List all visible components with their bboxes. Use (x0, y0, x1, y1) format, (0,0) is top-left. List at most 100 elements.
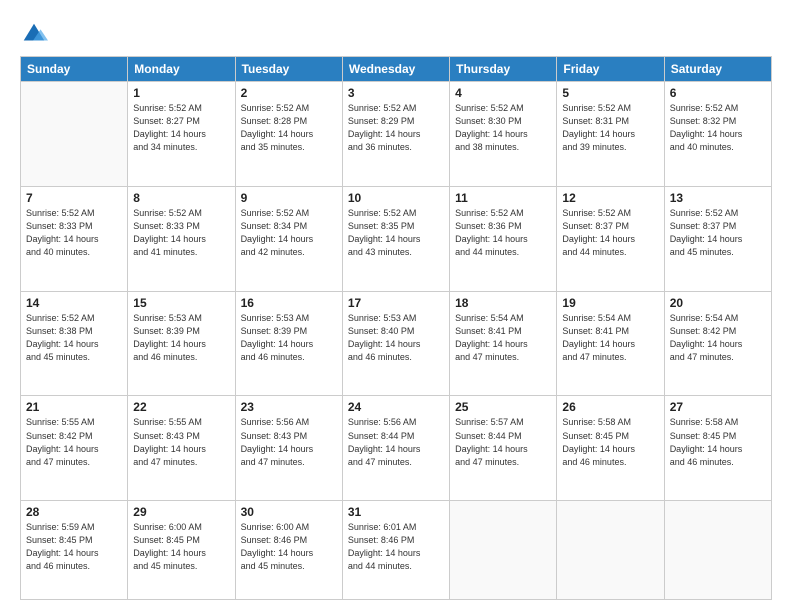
day-info: Sunrise: 5:59 AMSunset: 8:45 PMDaylight:… (26, 521, 122, 573)
day-number: 25 (455, 400, 551, 414)
calendar-cell: 16Sunrise: 5:53 AMSunset: 8:39 PMDayligh… (235, 291, 342, 396)
calendar-cell (450, 501, 557, 600)
day-info: Sunrise: 5:52 AMSunset: 8:31 PMDaylight:… (562, 102, 658, 154)
day-number: 30 (241, 505, 337, 519)
calendar-cell: 5 Sunrise: 5:52 AMSunset: 8:31 PMDaylight… (557, 82, 664, 187)
week-row-1: 7 Sunrise: 5:52 AMSunset: 8:33 PMDaylight… (21, 186, 772, 291)
day-number: 23 (241, 400, 337, 414)
calendar-cell: 6 Sunrise: 5:52 AMSunset: 8:32 PMDaylight… (664, 82, 771, 187)
weekday-header-sunday: Sunday (21, 57, 128, 82)
day-info: Sunrise: 5:55 AMSunset: 8:42 PMDaylight:… (26, 416, 122, 468)
day-number: 29 (133, 505, 229, 519)
day-info: Sunrise: 5:52 AMSunset: 8:35 PMDaylight:… (348, 207, 444, 259)
day-info: Sunrise: 5:53 AMSunset: 8:40 PMDaylight:… (348, 312, 444, 364)
day-number: 21 (26, 400, 122, 414)
weekday-header-row: SundayMondayTuesdayWednesdayThursdayFrid… (21, 57, 772, 82)
day-number: 13 (670, 191, 766, 205)
day-number: 6 (670, 86, 766, 100)
day-number: 7 (26, 191, 122, 205)
day-number: 5 (562, 86, 658, 100)
day-info: Sunrise: 5:57 AMSunset: 8:44 PMDaylight:… (455, 416, 551, 468)
week-row-0: 1 Sunrise: 5:52 AMSunset: 8:27 PMDaylight… (21, 82, 772, 187)
calendar-cell: 29 Sunrise: 6:00 AMSunset: 8:45 PMDayligh… (128, 501, 235, 600)
calendar-cell: 9 Sunrise: 5:52 AMSunset: 8:34 PMDaylight… (235, 186, 342, 291)
day-number: 14 (26, 296, 122, 310)
day-info: Sunrise: 5:58 AMSunset: 8:45 PMDaylight:… (670, 416, 766, 468)
calendar-cell: 8 Sunrise: 5:52 AMSunset: 8:33 PMDaylight… (128, 186, 235, 291)
day-info: Sunrise: 5:53 AMSunset: 8:39 PMDaylight:… (241, 312, 337, 364)
calendar-cell: 27 Sunrise: 5:58 AMSunset: 8:45 PMDayligh… (664, 396, 771, 501)
day-info: Sunrise: 5:52 AMSunset: 8:37 PMDaylight:… (562, 207, 658, 259)
logo (20, 20, 52, 48)
calendar-cell: 14 Sunrise: 5:52 AMSunset: 8:38 PMDayligh… (21, 291, 128, 396)
day-number: 8 (133, 191, 229, 205)
day-info: Sunrise: 5:52 AMSunset: 8:32 PMDaylight:… (670, 102, 766, 154)
day-number: 9 (241, 191, 337, 205)
calendar-cell: 25 Sunrise: 5:57 AMSunset: 8:44 PMDayligh… (450, 396, 557, 501)
week-row-4: 28 Sunrise: 5:59 AMSunset: 8:45 PMDayligh… (21, 501, 772, 600)
page: SundayMondayTuesdayWednesdayThursdayFrid… (0, 0, 792, 612)
calendar-cell: 1 Sunrise: 5:52 AMSunset: 8:27 PMDaylight… (128, 82, 235, 187)
day-number: 3 (348, 86, 444, 100)
day-info: Sunrise: 5:52 AMSunset: 8:36 PMDaylight:… (455, 207, 551, 259)
calendar-cell: 11 Sunrise: 5:52 AMSunset: 8:36 PMDayligh… (450, 186, 557, 291)
day-info: Sunrise: 5:54 AMSunset: 8:41 PMDaylight:… (455, 312, 551, 364)
day-info: Sunrise: 5:52 AMSunset: 8:33 PMDaylight:… (133, 207, 229, 259)
day-info: Sunrise: 5:52 AMSunset: 8:34 PMDaylight:… (241, 207, 337, 259)
day-info: Sunrise: 6:00 AMSunset: 8:46 PMDaylight:… (241, 521, 337, 573)
day-info: Sunrise: 5:54 AMSunset: 8:41 PMDaylight:… (562, 312, 658, 364)
day-number: 19 (562, 296, 658, 310)
day-info: Sunrise: 5:52 AMSunset: 8:27 PMDaylight:… (133, 102, 229, 154)
day-info: Sunrise: 5:52 AMSunset: 8:33 PMDaylight:… (26, 207, 122, 259)
day-info: Sunrise: 5:52 AMSunset: 8:38 PMDaylight:… (26, 312, 122, 364)
day-number: 17 (348, 296, 444, 310)
calendar-cell: 2 Sunrise: 5:52 AMSunset: 8:28 PMDaylight… (235, 82, 342, 187)
day-number: 4 (455, 86, 551, 100)
day-info: Sunrise: 6:00 AMSunset: 8:45 PMDaylight:… (133, 521, 229, 573)
calendar-cell: 31Sunrise: 6:01 AMSunset: 8:46 PMDayligh… (342, 501, 449, 600)
calendar-cell: 15Sunrise: 5:53 AMSunset: 8:39 PMDayligh… (128, 291, 235, 396)
day-number: 10 (348, 191, 444, 205)
day-info: Sunrise: 5:52 AMSunset: 8:37 PMDaylight:… (670, 207, 766, 259)
calendar-cell: 28 Sunrise: 5:59 AMSunset: 8:45 PMDayligh… (21, 501, 128, 600)
day-number: 12 (562, 191, 658, 205)
calendar-cell: 20 Sunrise: 5:54 AMSunset: 8:42 PMDayligh… (664, 291, 771, 396)
calendar-cell (21, 82, 128, 187)
weekday-header-wednesday: Wednesday (342, 57, 449, 82)
day-info: Sunrise: 6:01 AMSunset: 8:46 PMDaylight:… (348, 521, 444, 573)
calendar-table: SundayMondayTuesdayWednesdayThursdayFrid… (20, 56, 772, 600)
calendar-cell: 17 Sunrise: 5:53 AMSunset: 8:40 PMDayligh… (342, 291, 449, 396)
day-number: 2 (241, 86, 337, 100)
day-number: 26 (562, 400, 658, 414)
calendar-cell: 23 Sunrise: 5:56 AMSunset: 8:43 PMDayligh… (235, 396, 342, 501)
day-number: 1 (133, 86, 229, 100)
day-info: Sunrise: 5:58 AMSunset: 8:45 PMDaylight:… (562, 416, 658, 468)
day-number: 22 (133, 400, 229, 414)
day-info: Sunrise: 5:52 AMSunset: 8:28 PMDaylight:… (241, 102, 337, 154)
weekday-header-tuesday: Tuesday (235, 57, 342, 82)
calendar-cell (664, 501, 771, 600)
day-info: Sunrise: 5:54 AMSunset: 8:42 PMDaylight:… (670, 312, 766, 364)
day-number: 11 (455, 191, 551, 205)
calendar-cell (557, 501, 664, 600)
day-number: 28 (26, 505, 122, 519)
calendar-cell: 4Sunrise: 5:52 AMSunset: 8:30 PMDaylight… (450, 82, 557, 187)
day-info: Sunrise: 5:52 AMSunset: 8:29 PMDaylight:… (348, 102, 444, 154)
calendar-cell: 13 Sunrise: 5:52 AMSunset: 8:37 PMDayligh… (664, 186, 771, 291)
calendar-cell: 22 Sunrise: 5:55 AMSunset: 8:43 PMDayligh… (128, 396, 235, 501)
day-number: 18 (455, 296, 551, 310)
weekday-header-saturday: Saturday (664, 57, 771, 82)
calendar-cell: 26 Sunrise: 5:58 AMSunset: 8:45 PMDayligh… (557, 396, 664, 501)
calendar-cell: 3 Sunrise: 5:52 AMSunset: 8:29 PMDaylight… (342, 82, 449, 187)
weekday-header-thursday: Thursday (450, 57, 557, 82)
calendar-cell: 7 Sunrise: 5:52 AMSunset: 8:33 PMDaylight… (21, 186, 128, 291)
day-number: 20 (670, 296, 766, 310)
day-info: Sunrise: 5:55 AMSunset: 8:43 PMDaylight:… (133, 416, 229, 468)
day-info: Sunrise: 5:56 AMSunset: 8:43 PMDaylight:… (241, 416, 337, 468)
day-number: 24 (348, 400, 444, 414)
weekday-header-friday: Friday (557, 57, 664, 82)
calendar-cell: 10 Sunrise: 5:52 AMSunset: 8:35 PMDayligh… (342, 186, 449, 291)
day-number: 15 (133, 296, 229, 310)
header (20, 16, 772, 48)
day-number: 27 (670, 400, 766, 414)
